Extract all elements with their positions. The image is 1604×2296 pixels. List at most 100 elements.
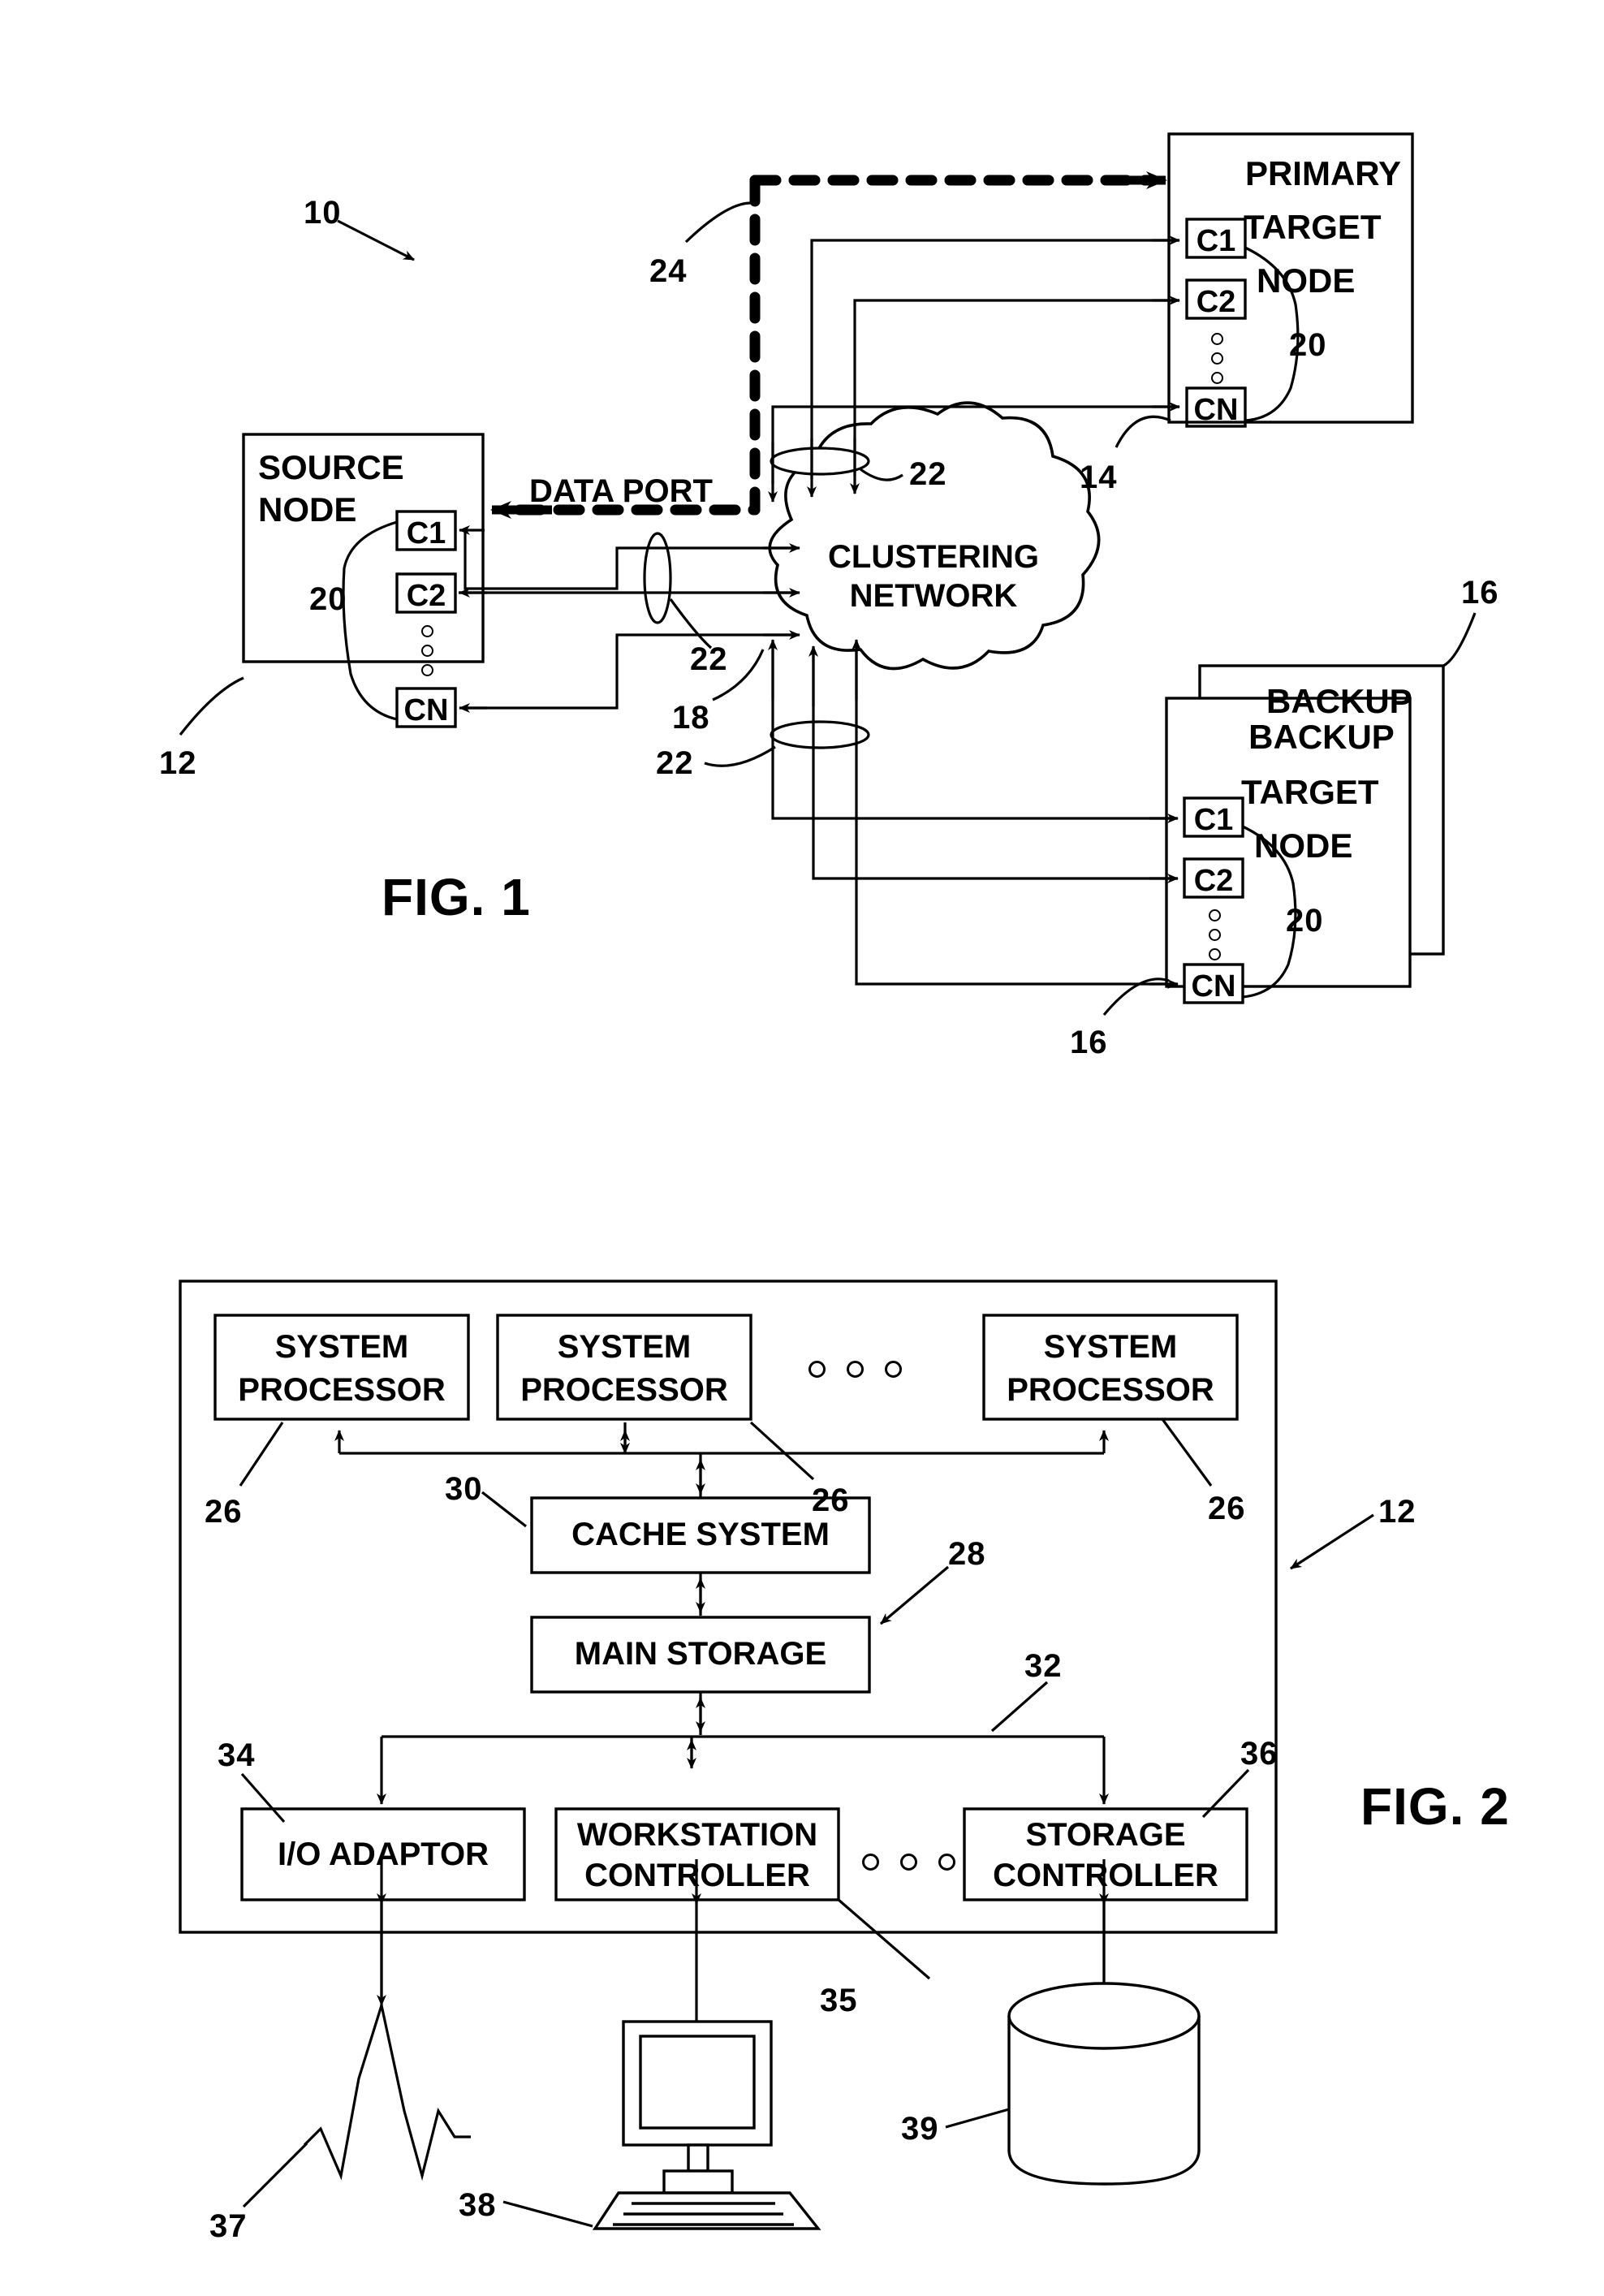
source-channel-c1: C1 (406, 516, 446, 550)
workstation-controller-line2: CONTROLLER (584, 1858, 810, 1893)
workstation-controller-line1: WORKSTATION (576, 1817, 818, 1853)
system-processor-1-line2: PROCESSOR (238, 1372, 446, 1408)
primary-channel-cn: CN (1193, 393, 1239, 427)
cache-system-label: CACHE SYSTEM (571, 1517, 830, 1552)
network-link-squiggle (303, 2000, 471, 2182)
ref-14: 14 (1080, 460, 1118, 495)
patent-drawing-sheet: 10 SOURCE NODE C1 C2 CN 20 12 PRIMARY TA… (0, 0, 1604, 2296)
clustering-network-cloud (768, 401, 1101, 671)
system-processor-3-line2: PROCESSOR (1007, 1372, 1214, 1408)
ref-35-leader (837, 1898, 931, 1980)
ref-26-a-leader (239, 1422, 284, 1487)
fig2-label: FIG. 2 (1360, 1777, 1510, 1836)
backup-channel-c2: C2 (1193, 864, 1234, 898)
ref-16-top-leader (1442, 612, 1477, 667)
system-processor-2-line2: PROCESSOR (520, 1372, 728, 1408)
ref-30: 30 (445, 1471, 483, 1507)
backup-channel-c1: C1 (1193, 803, 1234, 837)
storage-controller-line2: CONTROLLER (993, 1858, 1218, 1893)
monitor-base (662, 2169, 734, 2195)
link-backup-cn (855, 641, 1177, 986)
ref-32: 32 (1024, 1648, 1063, 1684)
source-node-title-line1: SOURCE (258, 448, 404, 486)
ref-22-bottom-leader (704, 745, 776, 767)
ref-22-bottom: 22 (656, 745, 694, 781)
source-channel-cn: CN (403, 693, 449, 727)
source-node-title-line2: NODE (258, 490, 357, 529)
backup-node-back-title: BACKUP (1266, 682, 1412, 720)
ref-37: 37 (209, 2208, 248, 2244)
fig1-label: FIG. 1 (382, 868, 531, 926)
ref-16-bottom: 16 (1070, 1025, 1108, 1060)
controller-row-ellipsis (862, 1854, 955, 1871)
primary-channel-c1: C1 (1196, 224, 1236, 258)
ref-12-fig2-leader (1290, 1513, 1374, 1570)
ref-22-left: 22 (690, 641, 728, 677)
ref-37-leader (242, 2142, 308, 2208)
ref-36: 36 (1240, 1736, 1278, 1772)
link-backup-c2 (812, 648, 1177, 880)
backup-node-title-line3: NODE (1254, 826, 1353, 865)
system-processor-1-line1: SYSTEM (274, 1329, 409, 1365)
ref-28: 28 (948, 1536, 986, 1572)
primary-channel-c2: C2 (1196, 285, 1236, 319)
ref-39: 39 (901, 2111, 939, 2147)
cloud-label-line1: CLUSTERING (828, 539, 1039, 575)
io-adaptor-label: I/O ADAPTOR (277, 1836, 489, 1872)
ref-26-c-leader (1161, 1418, 1213, 1487)
drawing-vector-layer (179, 132, 1477, 2230)
ref-12-leader (179, 676, 244, 736)
ref-35: 35 (820, 1983, 858, 2018)
ref-12-fig1: 12 (159, 745, 197, 781)
ref-10: 10 (304, 195, 342, 231)
link-source-c1 (464, 530, 791, 590)
ref-39-leader (945, 2108, 1010, 2129)
ref-32-leader (990, 1681, 1049, 1733)
bundle-ellipse-bottom (770, 720, 870, 749)
system-processor-row-ellipsis (808, 1361, 902, 1378)
ref-28-leader (879, 1565, 950, 1625)
backup-node-title-line1: BACKUP (1248, 718, 1395, 756)
backup-node-title-line2: TARGET (1241, 773, 1379, 811)
ref-26-b: 26 (812, 1482, 850, 1518)
ref-30-leader (481, 1491, 527, 1528)
ref-26-b-leader (749, 1421, 815, 1481)
monitor-neck (687, 2143, 709, 2173)
ref-20-primary: 20 (1289, 327, 1327, 363)
monitor-screen (639, 2035, 756, 2130)
source-channels-brace (342, 520, 398, 721)
ref-10-leader (337, 219, 415, 261)
backup-channel-cn: CN (1191, 969, 1236, 1003)
ref-16-top: 16 (1461, 575, 1499, 611)
ref-14-leader (1115, 415, 1171, 448)
ref-38: 38 (459, 2187, 497, 2223)
primary-node-title-line1: PRIMARY (1244, 154, 1402, 192)
ref-22-top: 22 (909, 456, 947, 492)
ref-26-a: 26 (205, 1494, 243, 1530)
ref-24: 24 (649, 253, 688, 289)
link-source-cn (465, 633, 791, 710)
source-channel-ellipsis (421, 625, 433, 676)
ref-20-backup: 20 (1286, 903, 1324, 939)
ref-26-c: 26 (1208, 1491, 1246, 1526)
system-processor-3-line1: SYSTEM (1043, 1329, 1178, 1365)
source-channel-c2: C2 (406, 579, 446, 613)
disk-top (1007, 1982, 1201, 2050)
ref-20-source: 20 (309, 581, 347, 617)
backup-channel-ellipsis (1209, 909, 1221, 960)
main-storage-label: MAIN STORAGE (574, 1636, 827, 1672)
primary-channel-ellipsis (1211, 333, 1223, 384)
storage-controller-line1: STORAGE (1025, 1817, 1186, 1853)
primary-node-title-line3: NODE (1257, 261, 1356, 300)
data-port-label: DATA PORT (529, 473, 713, 509)
cloud-label-line2: NETWORK (849, 578, 1018, 614)
ref-12-fig2: 12 (1378, 1494, 1416, 1530)
system-processor-2-line1: SYSTEM (557, 1329, 692, 1365)
ref-34: 34 (218, 1737, 256, 1773)
primary-node-title-line2: TARGET (1244, 208, 1382, 246)
ref-34-leader (240, 1772, 286, 1823)
ref-18: 18 (672, 700, 710, 736)
ref-38-leader (502, 2200, 593, 2228)
ref-24-leader (684, 201, 752, 244)
ref-22-left-leader (669, 598, 713, 650)
